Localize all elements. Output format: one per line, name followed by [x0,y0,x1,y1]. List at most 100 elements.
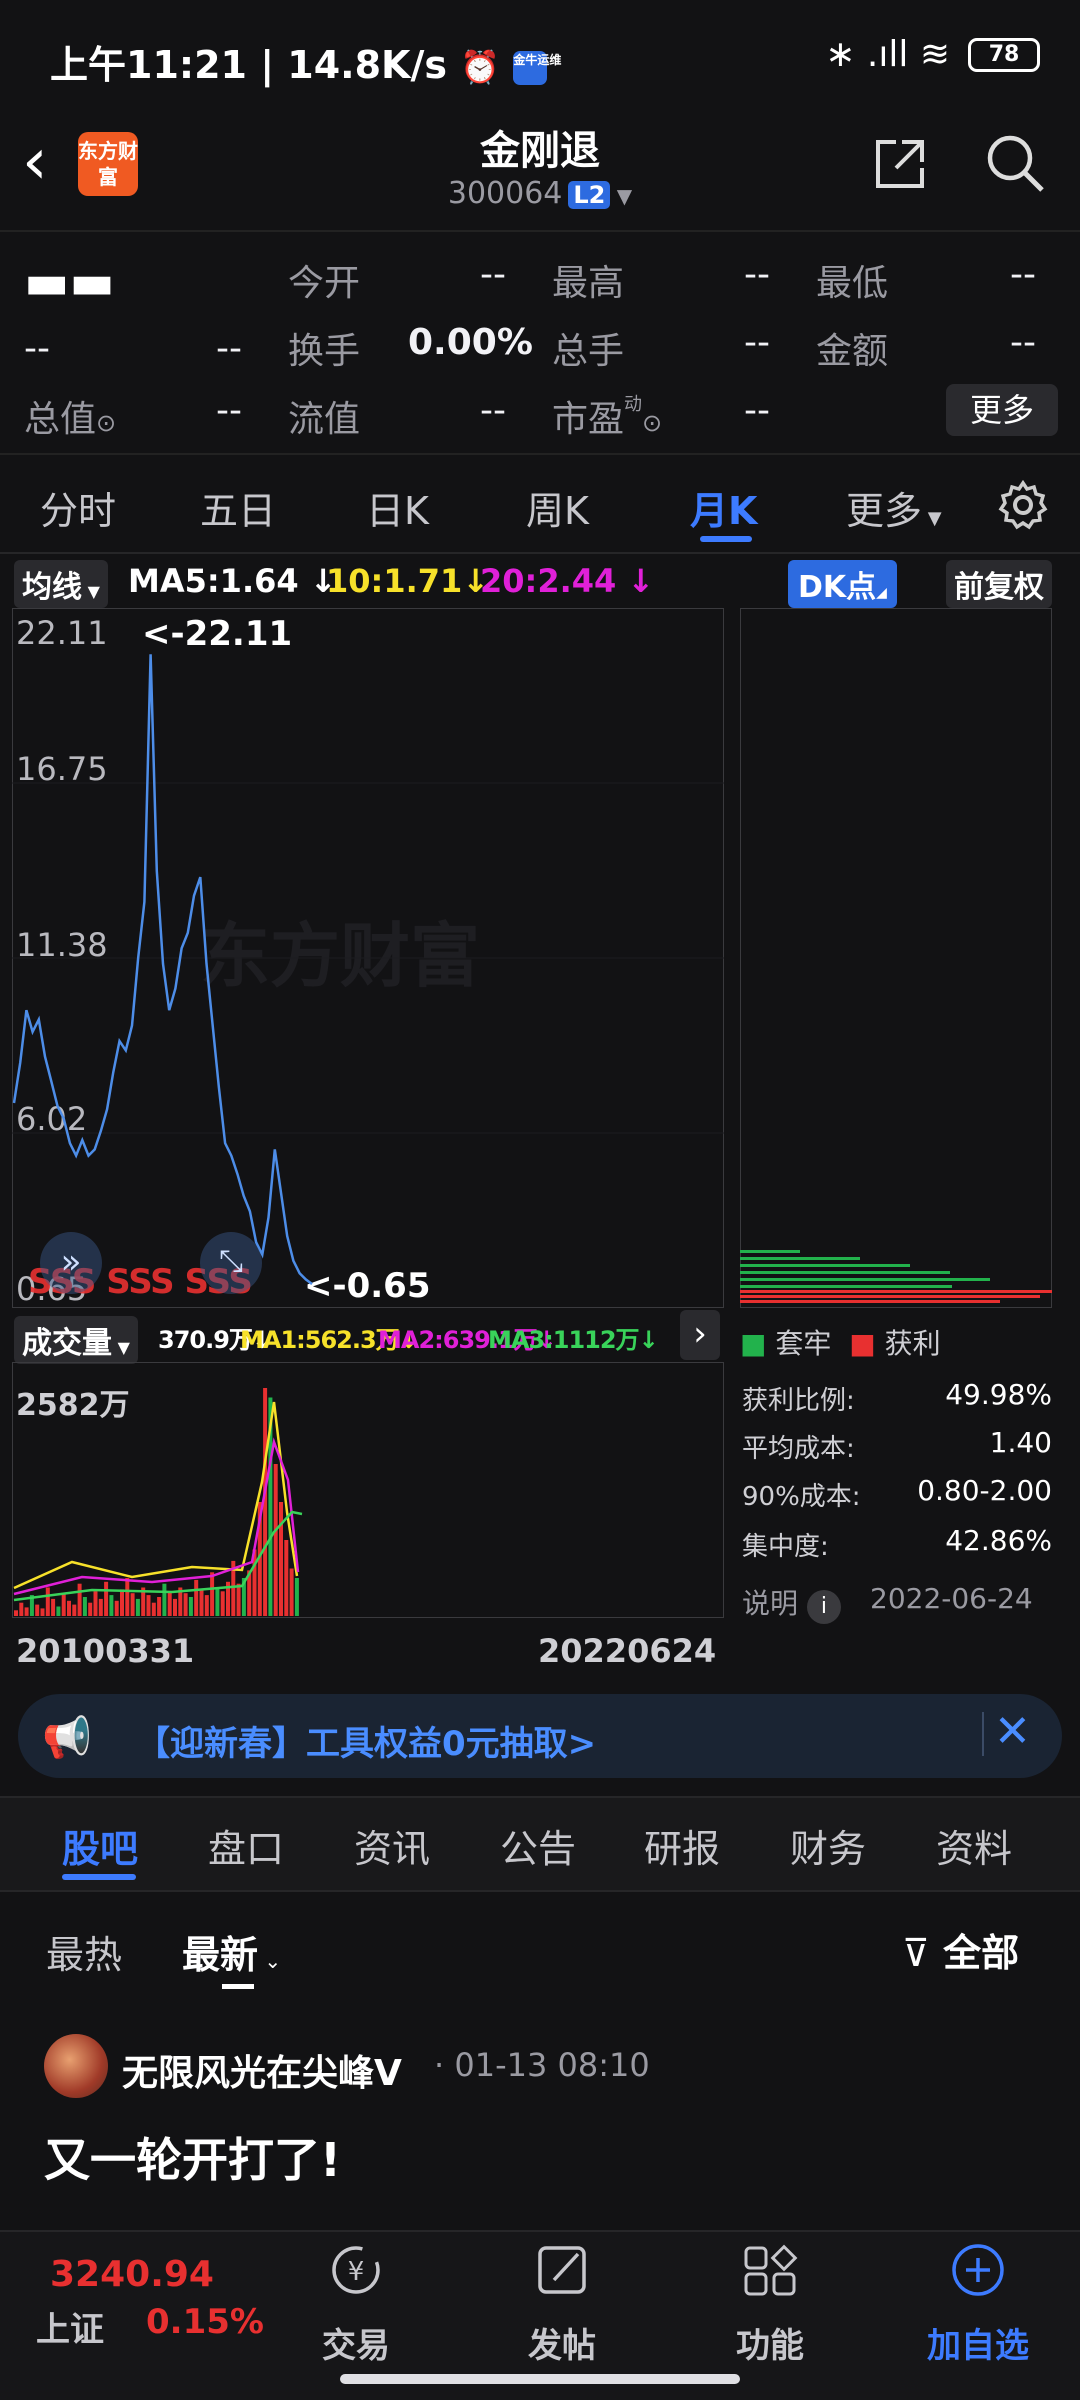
ma-switch[interactable]: 均线 ▼ [14,560,108,608]
avatar[interactable] [44,2034,108,2098]
profit-ratio-label: 获利比例: [742,1386,855,1416]
banner-text[interactable]: 【迎新春】工具权益0元抽取> [136,1716,596,1765]
volume-bar [93,1591,98,1616]
tab-finance[interactable]: 财务 [790,1818,866,1873]
float-value: -- [480,390,506,431]
settings-gear-icon[interactable] [998,480,1048,530]
volume-bar [279,1502,283,1616]
tab-daily[interactable]: 日K [366,480,429,535]
function-grid-icon[interactable] [700,2242,840,2302]
home-indicator [340,2374,740,2384]
banner-divider [982,1712,984,1756]
volume-bar [40,1608,45,1616]
high-label: 最高 [552,263,625,304]
more-quote-button[interactable]: 更多 [946,384,1058,436]
chevron-right-icon[interactable]: › [680,1310,720,1360]
volume-bar [98,1598,103,1616]
megaphone-icon: 📢 [42,1715,92,1761]
post-content[interactable]: 又一轮开打了! [44,2124,341,2190]
tab-research[interactable]: 研报 [644,1818,720,1873]
turnover-value: 0.00% [408,322,533,363]
tab-intraday[interactable]: 分时 [40,480,116,535]
volume-bar [72,1604,77,1616]
volume-bar [162,1583,167,1616]
chip-distribution-frame [740,608,1052,1308]
volume-value: -- [744,322,770,363]
volume-bar [67,1600,71,1616]
volume-bar [236,1583,241,1616]
close-icon[interactable]: ✕ [994,1706,1031,1757]
alarm-icon: ⏰ [460,48,501,86]
expand-icon[interactable]: » [40,1232,102,1294]
chevron-down-icon: ▼ [610,184,633,208]
turnover-label: 换手 [288,331,361,372]
add-circle-icon[interactable] [908,2242,1048,2302]
volume-bar [284,1540,289,1616]
tab-news[interactable]: 资讯 [354,1818,430,1873]
total-value-label: 总值⊙ [24,399,117,440]
post-username[interactable]: 无限风光在尖峰V [122,2044,402,2096]
trade-icon[interactable]: ¥ [286,2242,426,2302]
tab-5day[interactable]: 五日 [200,480,276,535]
stock-code: 300064 [447,176,563,211]
volume-bar [157,1597,162,1616]
volume-label: 总手 [552,331,625,372]
volume-bar [82,1597,87,1616]
signal-icons: ∗ .ıll ≋ [825,34,950,75]
nav-trade[interactable]: 交易 [286,2318,426,2367]
filter-button[interactable]: ⊽ 全部 [902,1922,1019,1977]
low-value: -- [1010,254,1036,295]
index-name[interactable]: 上证 [36,2302,104,2351]
index-value[interactable]: 3240.94 [50,2254,214,2295]
tab-pankou[interactable]: 盘口 [208,1818,284,1873]
status-right: ∗ .ıll ≋ 78 [825,34,1040,75]
tab-more[interactable]: 更多 ▼ [846,480,942,535]
cost90-label: 90%成本: [742,1482,861,1512]
info-icon: i [806,1590,841,1624]
nav-add-watchlist[interactable]: 加自选 [908,2318,1048,2367]
chip-distribution-bars [740,1250,1052,1303]
nav-function[interactable]: 功能 [700,2318,840,2367]
share-icon[interactable] [872,136,928,192]
volume-bar [109,1595,114,1616]
volume-bar [210,1572,215,1616]
news-tab-underline [62,1874,136,1880]
battery-icon: 78 [968,37,1040,72]
svg-text:¥: ¥ [348,2257,365,2287]
adjust-button[interactable]: 前复权 [946,560,1052,608]
tab-announcement[interactable]: 公告 [500,1818,576,1873]
amount-value: -- [1010,322,1036,363]
status-time: 上午11:21 | 14.8K/s ⏰ 金牛运维 [50,34,561,89]
filter-icon: ⊽ [902,1931,930,1975]
tab-profile[interactable]: 资料 [936,1818,1012,1873]
volume-bar [114,1600,119,1616]
price-line-chart [12,654,724,1286]
change-value: -- [24,328,50,369]
ma10-label: 10:1.71↓ [326,562,490,600]
dk-point-button[interactable]: DK点◢ [788,560,897,608]
chip-note[interactable]: 说明 i [742,1582,841,1624]
volume-bar [19,1602,24,1616]
sort-latest[interactable]: 最新 ⌄ [182,1924,281,1979]
index-change[interactable]: 0.15% [146,2302,264,2342]
ma20-label: 20:2.44 ↓ [480,562,655,600]
status-bar: 上午11:21 | 14.8K/s ⏰ 金牛运维 ∗ .ıll ≋ 78 [0,0,1080,120]
pe-label: 市盈动⊙ [552,394,663,440]
nav-post[interactable]: 发帖 [492,2318,632,2367]
volume-bar [289,1568,294,1616]
fullscreen-icon[interactable]: ⤡ [200,1232,262,1294]
volume-bar [220,1591,225,1616]
volume-bar [294,1578,299,1616]
sort-underline [222,1984,254,1989]
search-icon[interactable] [984,132,1046,194]
volume-bar [204,1595,209,1616]
status-time-text: 上午11:21 | 14.8K/s [50,43,447,87]
tab-guba[interactable]: 股吧 [62,1818,138,1873]
volume-bar [125,1578,130,1616]
last-price: ▬▬ [24,254,115,310]
tab-monthly[interactable]: 月K [690,480,757,535]
tab-weekly[interactable]: 周K [526,480,589,535]
sort-hot[interactable]: 最热 [46,1924,122,1979]
volume-switch[interactable]: 成交量 ▼ [14,1316,138,1364]
post-edit-icon[interactable] [492,2242,632,2302]
